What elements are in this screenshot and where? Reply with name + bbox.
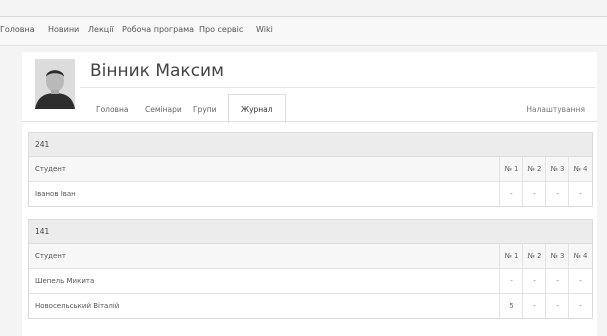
tabs-underline	[22, 121, 597, 122]
column-header[interactable]: № 1	[499, 244, 523, 268]
column-header[interactable]: № 2	[522, 244, 546, 268]
nav-work-program[interactable]: Робоча програма	[122, 25, 194, 34]
column-header[interactable]: № 1	[499, 157, 523, 181]
divider	[80, 87, 595, 88]
mark-cell[interactable]: -	[545, 269, 569, 293]
nav-lectures[interactable]: Лекції	[88, 25, 114, 34]
top-strip	[0, 0, 607, 15]
table-row: Шепель Микита - - - -	[29, 269, 592, 294]
mark-cell[interactable]: -	[545, 294, 569, 318]
column-header[interactable]: № 3	[545, 244, 569, 268]
main-navbar: Головна Новини Лекції Робоча програма Пр…	[0, 16, 607, 46]
nav-news[interactable]: Новини	[48, 25, 79, 34]
student-name[interactable]: Шепель Микита	[35, 277, 94, 285]
tab-groups[interactable]: Групи	[193, 105, 217, 114]
mark-cell[interactable]: 5	[499, 294, 523, 318]
column-header[interactable]: № 3	[545, 157, 569, 181]
profile-card: Вінник Максим Головна Семінари Групи Жур…	[22, 52, 597, 336]
mark-cell[interactable]: -	[522, 294, 546, 318]
group-table-141: 141 Студент № 1 № 2 № 3 № 4 Шепель Микит…	[28, 219, 593, 319]
group-title: 241	[35, 140, 50, 149]
student-column-header: Студент	[35, 165, 66, 173]
table-row: Іванов Іван - - - -	[29, 182, 592, 206]
student-name[interactable]: Новосельський Віталій	[35, 302, 119, 310]
settings-link[interactable]: Налаштування	[526, 105, 585, 114]
mark-cell[interactable]: -	[568, 269, 592, 293]
group-table-241: 241 Студент № 1 № 2 № 3 № 4 Іванов Іван …	[28, 132, 593, 207]
mark-cell[interactable]: -	[568, 294, 592, 318]
mark-cell[interactable]: -	[499, 182, 523, 206]
group-header: 141	[29, 220, 592, 244]
nav-about[interactable]: Про сервіс	[199, 25, 243, 34]
mark-cell[interactable]: -	[568, 182, 592, 206]
table-header-row: Студент № 1 № 2 № 3 № 4	[29, 244, 592, 269]
profile-name: Вінник Максим	[90, 61, 224, 81]
mark-cell[interactable]: -	[499, 269, 523, 293]
column-header[interactable]: № 4	[568, 157, 592, 181]
nav-home[interactable]: Головна	[0, 25, 35, 34]
student-column-header: Студент	[35, 252, 66, 260]
avatar-photo	[35, 59, 75, 109]
student-name[interactable]: Іванов Іван	[35, 190, 76, 198]
mark-cell[interactable]: -	[545, 182, 569, 206]
mark-cell[interactable]: -	[522, 182, 546, 206]
group-header: 241	[29, 133, 592, 157]
tab-seminars[interactable]: Семінари	[145, 105, 182, 114]
table-row: Новосельський Віталій 5 - - -	[29, 294, 592, 318]
avatar	[35, 59, 75, 109]
column-header[interactable]: № 4	[568, 244, 592, 268]
tab-journal[interactable]: Журнал	[241, 105, 273, 114]
table-header-row: Студент № 1 № 2 № 3 № 4	[29, 157, 592, 182]
column-header[interactable]: № 2	[522, 157, 546, 181]
nav-wiki[interactable]: Wiki	[256, 25, 273, 34]
tab-home[interactable]: Головна	[96, 105, 128, 114]
group-title: 141	[35, 227, 50, 236]
mark-cell[interactable]: -	[522, 269, 546, 293]
